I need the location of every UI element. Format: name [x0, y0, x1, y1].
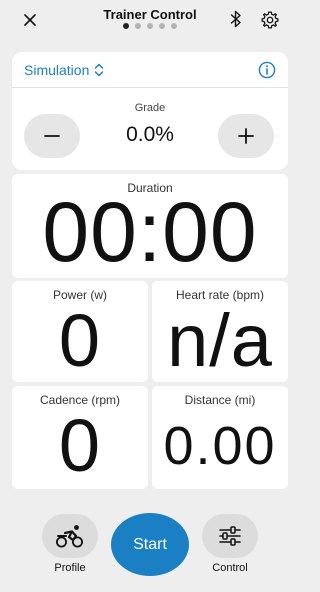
cadence-tile: Cadence (rpm) 0 — [12, 386, 148, 489]
start-label: Start — [133, 535, 167, 553]
start-button[interactable]: Start — [111, 513, 189, 576]
duration-tile: Duration 00:00 — [12, 174, 288, 278]
gear-icon — [261, 11, 279, 29]
power-tile: Power (w) 0 — [12, 281, 148, 382]
control-button[interactable] — [202, 514, 258, 558]
bluetooth-button[interactable] — [225, 8, 247, 30]
plus-icon — [238, 128, 254, 144]
control-label: Control — [212, 562, 248, 574]
sliders-icon — [219, 526, 241, 546]
page-dot-1[interactable] — [123, 23, 129, 29]
page-indicator[interactable] — [0, 23, 300, 29]
page-title: Trainer Control — [103, 7, 197, 22]
cyclist-icon — [56, 525, 83, 548]
bluetooth-icon — [230, 10, 241, 28]
settings-button[interactable] — [258, 8, 282, 32]
mode-selector[interactable]: Simulation — [24, 62, 104, 78]
distance-label: Distance (mi) — [184, 393, 256, 407]
heart-rate-tile: Heart rate (bpm) n/a — [152, 281, 288, 382]
page-dot-5[interactable] — [171, 23, 177, 29]
power-value: 0 — [58, 299, 102, 382]
cadence-value: 0 — [58, 404, 102, 487]
duration-value: 00:00 — [42, 185, 258, 279]
chevron-updown-icon — [95, 63, 104, 77]
heart-rate-value: n/a — [167, 299, 273, 382]
mode-label: Simulation — [24, 62, 90, 78]
page-dot-4[interactable] — [159, 23, 165, 29]
info-button[interactable] — [258, 61, 276, 79]
top-bar: Trainer Control — [0, 0, 300, 40]
increase-grade-button[interactable] — [218, 114, 274, 158]
profile-button[interactable] — [42, 514, 98, 558]
info-icon — [258, 61, 276, 79]
grade-label: Grade — [134, 102, 166, 114]
mode-card: Simulation Grade 0.0% — [12, 52, 288, 170]
bottom-bar: Profile Start Control — [0, 498, 300, 592]
page-dot-2[interactable] — [135, 23, 141, 29]
distance-value: 0.00 — [163, 416, 277, 476]
page-dot-3[interactable] — [147, 23, 153, 29]
distance-tile: Distance (mi) 0.00 — [152, 386, 288, 489]
mode-header: Simulation — [12, 52, 288, 88]
profile-label: Profile — [54, 562, 86, 574]
